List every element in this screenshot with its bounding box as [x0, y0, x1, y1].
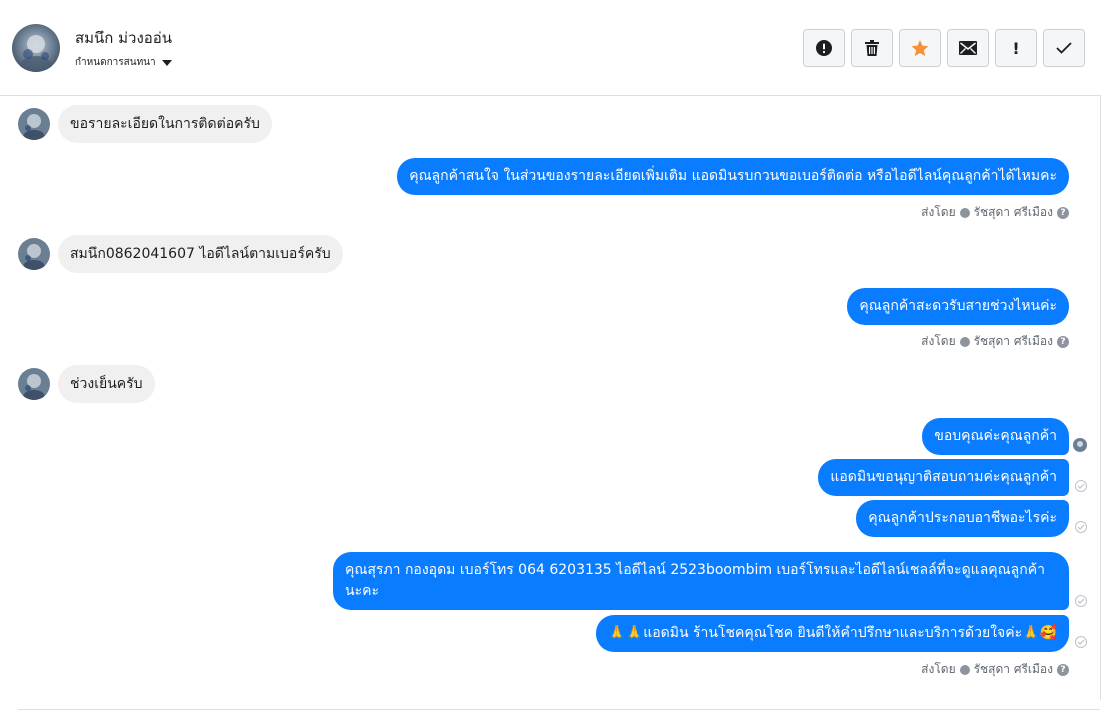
delivered-check-icon [1075, 480, 1087, 492]
caret-down-icon [161, 59, 172, 66]
sent-by-agent: รัชสุดา ศรีเมือง [973, 334, 1053, 348]
delivered-check-icon [1075, 595, 1087, 607]
delivered-check-icon [1075, 636, 1087, 648]
exclamation-icon: ! [1012, 38, 1020, 58]
sent-by-agent: รัชสุดา ศรีเมือง [973, 205, 1053, 219]
message-thread: ขอรายละเอียดในการติดต่อครับ คุณลูกค้าสนใ… [0, 96, 1101, 711]
incoming-message-row: ขอรายละเอียดในการติดต่อครับ [18, 105, 272, 143]
sender-avatar [18, 368, 50, 400]
help-icon[interactable]: ? [1057, 663, 1069, 676]
delete-button[interactable] [851, 29, 893, 67]
mark-unread-button[interactable] [947, 29, 989, 67]
alert-circle-icon [816, 40, 832, 56]
incoming-message: สมนึก0862041607 ไอดีไลน์ตามเบอร์ครับ [58, 235, 343, 273]
outgoing-message: คุณลูกค้าประกอบอาชีพอะไรค่ะ [856, 500, 1069, 537]
toolbar: ! [803, 29, 1085, 67]
sent-by-line: ส่งโดย รัชสุดา ศรีเมือง ? [921, 332, 1069, 351]
star-icon [911, 39, 929, 56]
verified-badge-icon [959, 336, 970, 347]
incoming-message: ช่วงเย็นครับ [58, 365, 155, 403]
outgoing-message: แอดมินขอนุญาติสอบถามค่ะคุณลูกค้า [818, 459, 1069, 496]
outgoing-message: ขอบคุณค่ะคุณลูกค้า [922, 418, 1069, 455]
help-icon[interactable]: ? [1057, 206, 1069, 219]
mark-done-button[interactable] [1043, 29, 1085, 67]
verified-badge-icon [959, 664, 970, 675]
sent-by-label: ส่งโดย [921, 334, 956, 348]
sender-avatar [18, 238, 50, 270]
help-icon[interactable]: ? [1057, 335, 1069, 348]
incoming-message-row: ช่วงเย็นครับ [18, 365, 155, 403]
sender-avatar [18, 108, 50, 140]
conversation-header: สมนึก ม่วงออ่น กำหนดการสนทนา ! [0, 0, 1101, 96]
incoming-message: ขอรายละเอียดในการติดต่อครับ [58, 105, 272, 143]
conversation-menu-label: กำหนดการสนทนา [75, 57, 156, 68]
trash-icon [865, 40, 879, 56]
outgoing-message: 🙏🙏แอดมิน ร้านโชคคุณโชค ยินดีให้คำปรึกษาแ… [596, 615, 1069, 652]
follow-up-button[interactable]: ! [995, 29, 1037, 67]
contact-avatar[interactable] [12, 24, 60, 72]
mark-spam-button[interactable] [803, 29, 845, 67]
delivered-check-icon [1075, 521, 1087, 533]
star-button[interactable] [899, 29, 941, 67]
sent-by-line: ส่งโดย รัชสุดา ศรีเมือง ? [921, 660, 1069, 679]
outgoing-message: คุณลูกค้าสนใจ ในส่วนของรายละเอียดเพิ่มเต… [397, 158, 1069, 195]
composer-divider [18, 709, 1100, 710]
contact-name[interactable]: สมนึก ม่วงออ่น [75, 26, 172, 50]
checkmark-icon [1056, 42, 1072, 54]
sent-by-line: ส่งโดย รัชสุดา ศรีเมือง ? [921, 203, 1069, 222]
sent-by-label: ส่งโดย [921, 662, 956, 676]
outgoing-message: คุณลูกค้าสะดวรับสายช่วงไหนค่ะ [847, 288, 1069, 325]
outgoing-message: คุณสุรภา กองอุดม เบอร์โทร 064 6203135 ไอ… [333, 552, 1069, 610]
sent-by-label: ส่งโดย [921, 205, 956, 219]
sent-by-agent: รัชสุดา ศรีเมือง [973, 662, 1053, 676]
verified-badge-icon [959, 207, 970, 218]
envelope-icon [959, 41, 977, 55]
seen-avatar-icon [1073, 438, 1087, 452]
incoming-message-row: สมนึก0862041607 ไอดีไลน์ตามเบอร์ครับ [18, 235, 343, 273]
conversation-menu[interactable]: กำหนดการสนทนา [75, 55, 172, 70]
